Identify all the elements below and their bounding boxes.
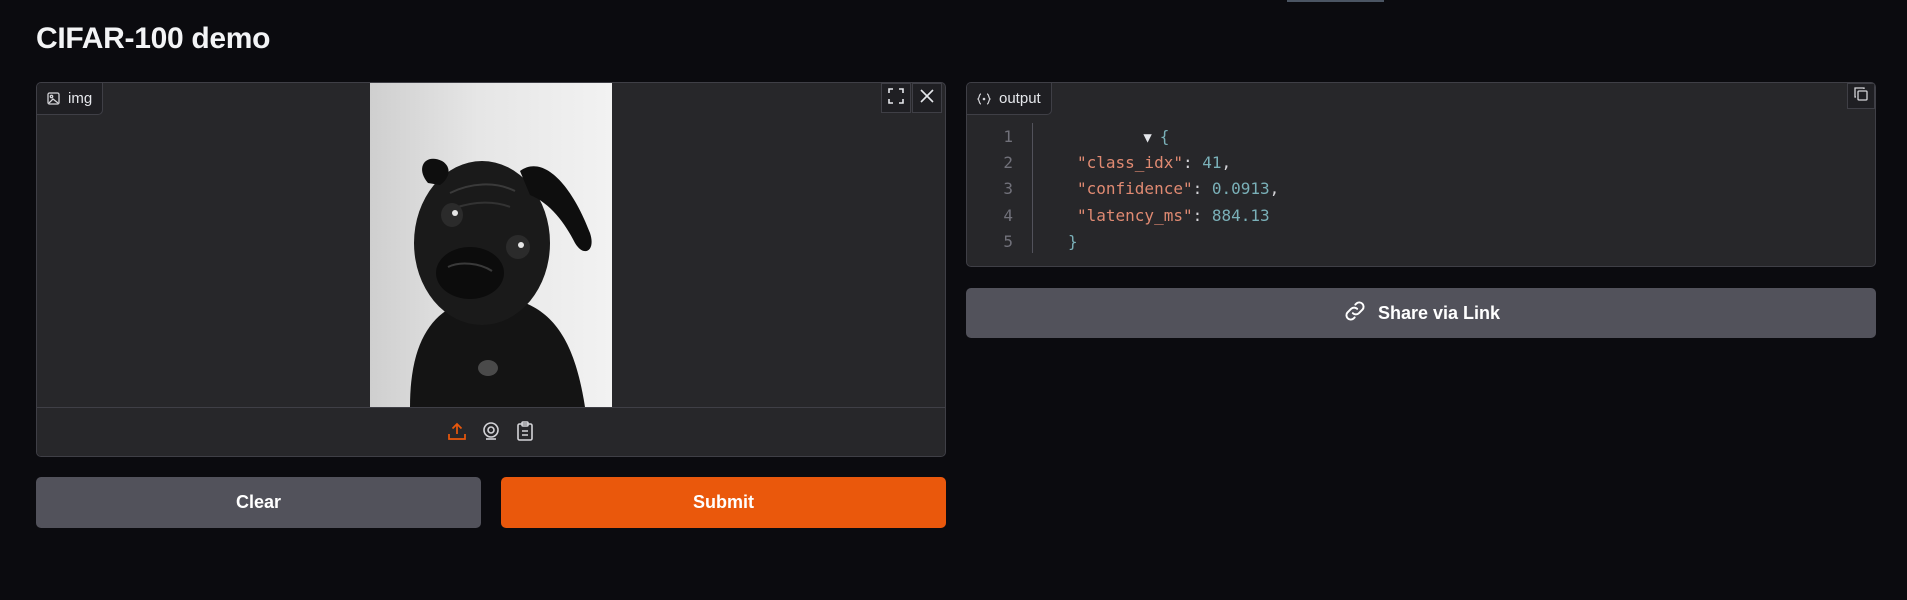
share-label: Share via Link <box>1377 302 1501 323</box>
upload-source-button[interactable] <box>446 422 468 444</box>
json-value: 884.13 <box>1211 205 1270 225</box>
image-input-panel[interactable]: img <box>36 82 946 457</box>
code-line: 3 "confidence": 0.0913, <box>967 176 1875 202</box>
line-number: 2 <box>1003 152 1013 172</box>
json-value: 41 <box>1202 152 1222 172</box>
share-via-link-button[interactable]: Share via Link <box>966 288 1876 338</box>
fold-toggle-icon[interactable]: ▼ <box>1143 130 1151 146</box>
webcam-source-button[interactable] <box>480 421 502 446</box>
json-key: "latency_ms" <box>1077 205 1193 225</box>
line-number: 5 <box>1003 231 1013 251</box>
code-line: 1 ▼ { <box>967 123 1875 149</box>
image-source-bar <box>37 407 945 456</box>
submit-button[interactable]: Submit <box>501 477 946 528</box>
top-indicator <box>1287 0 1384 2</box>
line-number: 3 <box>1003 179 1013 199</box>
json-value: 0.0913 <box>1211 179 1270 199</box>
json-key: "confidence" <box>1077 179 1193 199</box>
gutter-separator <box>1032 123 1033 253</box>
open-brace: { <box>1159 126 1170 146</box>
json-separator: , <box>1221 152 1232 172</box>
clipboard-icon <box>516 420 534 446</box>
upload-icon <box>447 421 467 446</box>
json-viewer: 1 ▼ { 2 "class_idx": 41, 3 "confidence": … <box>967 123 1875 254</box>
webcam-icon <box>481 421 501 446</box>
fullscreen-icon <box>888 87 904 109</box>
clear-button[interactable]: Clear <box>36 477 481 528</box>
line-number: 1 <box>1003 126 1013 146</box>
json-separator: , <box>1269 179 1280 199</box>
close-icon <box>920 88 934 108</box>
uploaded-image <box>370 83 612 407</box>
output-label-text: output <box>999 90 1041 107</box>
clear-image-button[interactable] <box>912 83 942 113</box>
link-icon <box>1342 298 1368 329</box>
code-line: 5 } <box>967 228 1875 254</box>
json-key: "class_idx" <box>1077 152 1183 172</box>
line-number: 4 <box>1003 205 1013 225</box>
fullscreen-button[interactable] <box>881 83 911 113</box>
copy-button[interactable] <box>1847 83 1875 109</box>
code-line: 4 "latency_ms": 884.13 <box>967 202 1875 228</box>
code-line: 2 "class_idx": 41, <box>967 149 1875 175</box>
json-icon <box>977 92 991 105</box>
page-title: CIFAR-100 demo <box>36 22 271 55</box>
close-brace: } <box>1068 231 1078 251</box>
image-input-label-text: img <box>68 90 93 107</box>
clipboard-source-button[interactable] <box>514 420 536 446</box>
output-json-panel: output 1 ▼ { 2 "class_idx": 41, 3 "confid… <box>966 82 1876 267</box>
image-input-label: img <box>37 83 104 115</box>
output-label: output <box>967 83 1052 115</box>
app-page: CIFAR-100 demo img Clear Submit output 1… <box>0 0 1907 600</box>
copy-icon <box>1854 86 1868 106</box>
image-icon <box>47 92 60 105</box>
